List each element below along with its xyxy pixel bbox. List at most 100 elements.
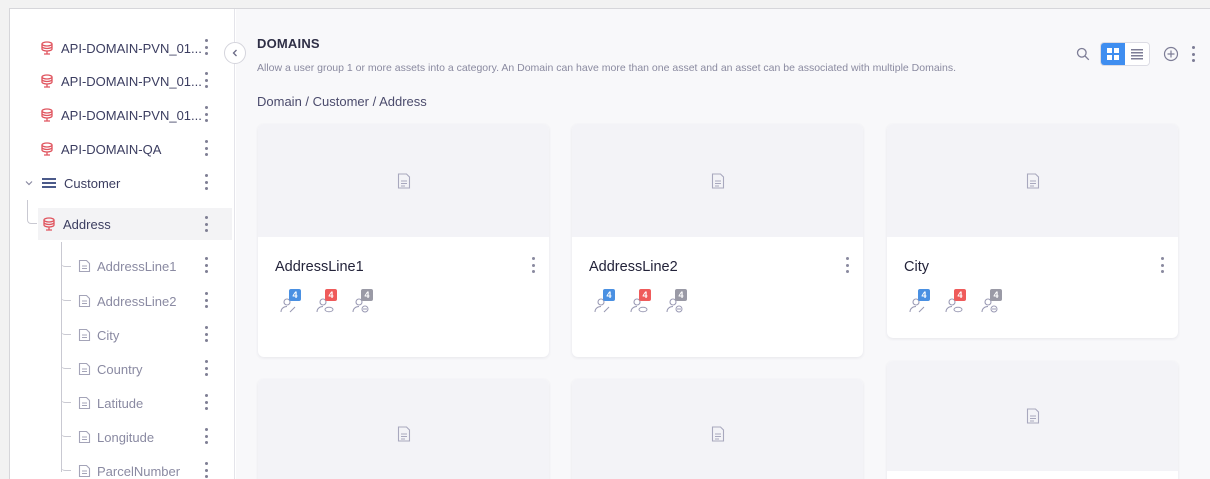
sidebar-item-label: AddressLine2 xyxy=(97,293,177,309)
more-vertical-icon[interactable] xyxy=(204,174,208,190)
editor-users-badge[interactable]: 4 xyxy=(280,289,316,315)
badge-count: 4 xyxy=(289,289,301,301)
grid-view-icon[interactable] xyxy=(1101,43,1125,65)
tree-connector xyxy=(61,391,71,403)
database-icon xyxy=(41,108,53,122)
database-icon xyxy=(41,41,53,55)
document-icon xyxy=(78,259,91,273)
sidebar-item-label: Country xyxy=(97,361,143,377)
sidebar: API-DOMAIN-PVN_01... API-DOMAIN-PVN_01..… xyxy=(10,9,235,479)
document-icon xyxy=(78,328,91,342)
sidebar-item-label: AddressLine1 xyxy=(97,258,177,274)
sidebar-item-api-domain-qa[interactable]: API-DOMAIN-QA xyxy=(40,132,232,166)
sidebar-item-addressline2[interactable]: AddressLine2 xyxy=(78,284,232,318)
document-icon xyxy=(78,464,91,478)
sidebar-item-addressline1[interactable]: AddressLine1 xyxy=(78,249,232,283)
sidebar-item-label: Address xyxy=(63,216,111,232)
list-icon xyxy=(42,178,56,188)
card-thumbnail xyxy=(258,124,549,237)
more-vertical-icon[interactable] xyxy=(531,257,535,273)
badge-count: 4 xyxy=(990,289,1002,301)
more-vertical-icon[interactable] xyxy=(204,360,208,376)
sidebar-item-label: API-DOMAIN-PVN_01... xyxy=(61,73,202,89)
document-icon xyxy=(78,362,91,376)
sidebar-item-address[interactable]: Address xyxy=(38,208,232,240)
list-view-icon[interactable] xyxy=(1125,43,1149,65)
editor-users-badge[interactable]: 4 xyxy=(909,289,945,315)
badge-count: 4 xyxy=(639,289,651,301)
more-vertical-icon[interactable] xyxy=(204,140,208,156)
badge-count: 4 xyxy=(325,289,337,301)
sidebar-item-api-domain-pvn-2[interactable]: API-DOMAIN-PVN_01... xyxy=(40,64,232,98)
tree-connector xyxy=(61,323,71,335)
sidebar-item-parcelnumber[interactable]: ParcelNumber xyxy=(78,454,232,479)
chevron-left-icon xyxy=(232,49,237,57)
more-vertical-icon[interactable] xyxy=(204,106,208,122)
restricted-users-badge[interactable]: 4 xyxy=(352,289,388,315)
more-vertical-icon[interactable] xyxy=(204,292,208,308)
card-title: City xyxy=(904,259,929,275)
sidebar-item-longitude[interactable]: Longitude xyxy=(78,420,232,454)
restricted-users-badge[interactable]: 4 xyxy=(981,289,1017,315)
chevron-down-icon[interactable] xyxy=(24,178,34,188)
sidebar-item-country[interactable]: Country xyxy=(78,352,232,386)
document-icon xyxy=(1026,172,1039,189)
more-vertical-icon[interactable] xyxy=(204,257,208,273)
more-vertical-icon[interactable] xyxy=(204,394,208,410)
document-icon xyxy=(78,430,91,444)
sidebar-item-label: ParcelNumber xyxy=(97,463,181,479)
database-icon xyxy=(41,74,53,88)
sidebar-item-customer[interactable]: Customer xyxy=(24,166,232,200)
document-icon xyxy=(397,426,410,442)
asset-card[interactable] xyxy=(572,379,863,479)
more-vertical-icon[interactable] xyxy=(204,216,208,232)
more-vertical-icon[interactable] xyxy=(204,462,208,478)
user-group-badges: 4 4 4 xyxy=(280,289,388,315)
restricted-users-badge[interactable]: 4 xyxy=(666,289,702,315)
asset-card[interactable]: City 4 4 4 xyxy=(887,124,1178,338)
sidebar-item-city[interactable]: City xyxy=(78,318,232,352)
badge-count: 4 xyxy=(603,289,615,301)
sidebar-item-api-domain-pvn-1[interactable]: API-DOMAIN-PVN_01... xyxy=(40,31,232,65)
badge-count: 4 xyxy=(361,289,373,301)
more-vertical-icon[interactable] xyxy=(1190,46,1196,62)
document-icon xyxy=(711,172,724,189)
asset-card[interactable] xyxy=(887,361,1178,479)
sidebar-item-label: API-DOMAIN-PVN_01... xyxy=(61,40,202,56)
viewer-users-badge[interactable]: 4 xyxy=(630,289,666,315)
card-title: AddressLine1 xyxy=(275,259,364,275)
main-content: DOMAINS Allow a user group 1 or more ass… xyxy=(236,9,1210,479)
page-title: DOMAINS xyxy=(257,36,320,51)
sidebar-item-latitude[interactable]: Latitude xyxy=(78,386,232,420)
card-thumbnail xyxy=(572,379,863,479)
document-icon xyxy=(78,396,91,410)
database-icon xyxy=(43,217,55,231)
toolbar xyxy=(1072,42,1196,66)
more-vertical-icon[interactable] xyxy=(204,39,208,55)
editor-users-badge[interactable]: 4 xyxy=(594,289,630,315)
viewer-users-badge[interactable]: 4 xyxy=(945,289,981,315)
sidebar-item-api-domain-pvn-3[interactable]: API-DOMAIN-PVN_01... xyxy=(40,98,232,132)
asset-card[interactable]: AddressLine2 4 4 4 xyxy=(572,124,863,357)
more-vertical-icon[interactable] xyxy=(204,326,208,342)
tree-connector xyxy=(27,200,37,224)
more-vertical-icon[interactable] xyxy=(845,257,849,273)
collapse-sidebar-button[interactable] xyxy=(224,42,246,64)
search-icon[interactable] xyxy=(1072,43,1094,65)
breadcrumb[interactable]: Domain / Customer / Address xyxy=(257,94,427,109)
tree-connector xyxy=(61,289,71,301)
card-thumbnail xyxy=(887,361,1178,471)
asset-card[interactable]: AddressLine1 4 4 4 xyxy=(258,124,549,357)
badge-count: 4 xyxy=(954,289,966,301)
tree-connector xyxy=(61,425,71,437)
tree-connector xyxy=(61,255,71,267)
more-vertical-icon[interactable] xyxy=(1160,257,1164,273)
card-title: AddressLine2 xyxy=(589,259,678,275)
asset-card[interactable] xyxy=(258,379,549,479)
more-vertical-icon[interactable] xyxy=(204,72,208,88)
card-thumbnail xyxy=(572,124,863,237)
viewer-users-badge[interactable]: 4 xyxy=(316,289,352,315)
more-vertical-icon[interactable] xyxy=(204,428,208,444)
add-circle-icon[interactable] xyxy=(1160,43,1182,65)
tree-connector xyxy=(61,357,71,369)
